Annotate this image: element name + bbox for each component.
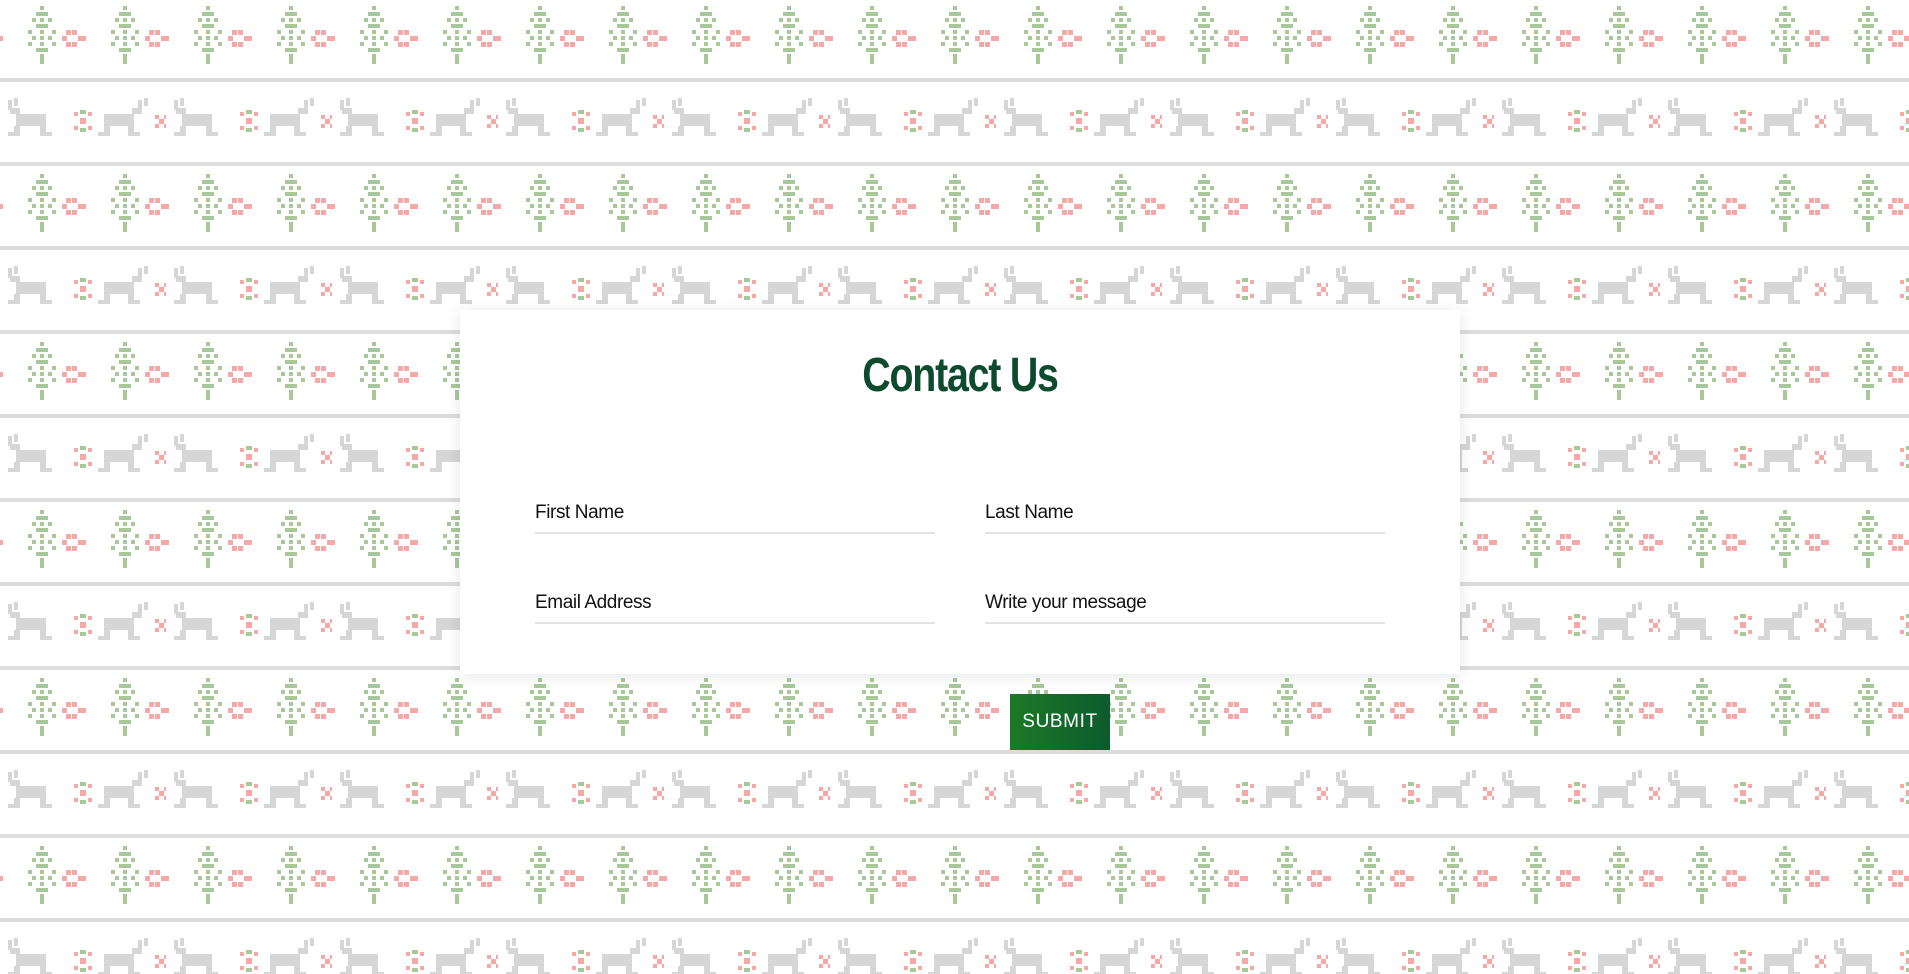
reindeer-band — [0, 756, 1909, 840]
last-name-field — [985, 484, 1385, 534]
tree-band — [0, 0, 1909, 84]
submit-button[interactable]: SUBMIT — [1010, 694, 1110, 750]
message-field — [985, 574, 1385, 624]
last-name-input[interactable] — [985, 502, 1385, 524]
tree-band — [0, 168, 1909, 252]
email-input[interactable] — [535, 592, 935, 614]
reindeer-band — [0, 84, 1909, 168]
first-name-input[interactable] — [535, 502, 935, 524]
tree-band — [0, 840, 1909, 924]
email-field — [535, 574, 935, 624]
reindeer-band — [0, 924, 1909, 974]
contact-title: Contact Us — [862, 349, 1059, 402]
first-name-field — [535, 484, 935, 534]
tree-band — [0, 672, 1909, 756]
contact-form-card: Contact Us — [460, 310, 1460, 674]
message-input[interactable] — [985, 592, 1385, 614]
